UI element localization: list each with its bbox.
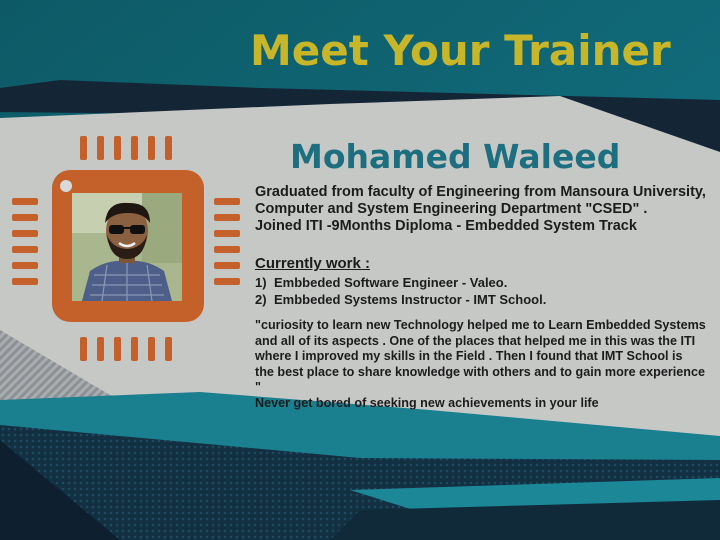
- trainer-quote: "curiosity to learn new Technology helpe…: [255, 318, 713, 411]
- education-line: Computer and System Engineering Departme…: [255, 201, 648, 217]
- quote-line: where I improved my skills in the Field …: [255, 349, 683, 363]
- list-number: 2): [255, 292, 267, 307]
- education-line: Graduated from faculty of Engineering fr…: [255, 184, 706, 200]
- list-text: Embbeded Systems Instructor - IMT School…: [274, 292, 547, 307]
- list-item: 1) Embbeded Software Engineer - Valeo.: [255, 274, 546, 291]
- current-work-heading: Currently work :: [255, 255, 371, 272]
- quote-line: Never get bored of seeking new achieveme…: [255, 395, 599, 410]
- trainer-name: Mohamed Waleed: [290, 137, 621, 176]
- trainer-photo: [72, 193, 182, 301]
- poster: Meet Your Trainer Mohamed Waleed Graduat…: [0, 0, 720, 540]
- quote-line: the best place to share knowledge with o…: [255, 364, 705, 395]
- current-work-list: 1) Embbeded Software Engineer - Valeo. 2)…: [255, 274, 546, 308]
- education-block: Graduated from faculty of Engineering fr…: [255, 184, 706, 235]
- page-title: Meet Your Trainer: [250, 26, 671, 75]
- list-item: 2) Embbeded Systems Instructor - IMT Scho…: [255, 291, 546, 308]
- quote-line: and all of its aspects . One of the plac…: [255, 333, 696, 348]
- list-number: 1): [255, 275, 267, 290]
- education-line: Joined ITI -9Months Diploma - Embedded S…: [255, 218, 637, 234]
- quote-line: "curiosity to learn new Technology helpe…: [255, 318, 706, 332]
- list-text: Embbeded Software Engineer - Valeo.: [274, 275, 508, 290]
